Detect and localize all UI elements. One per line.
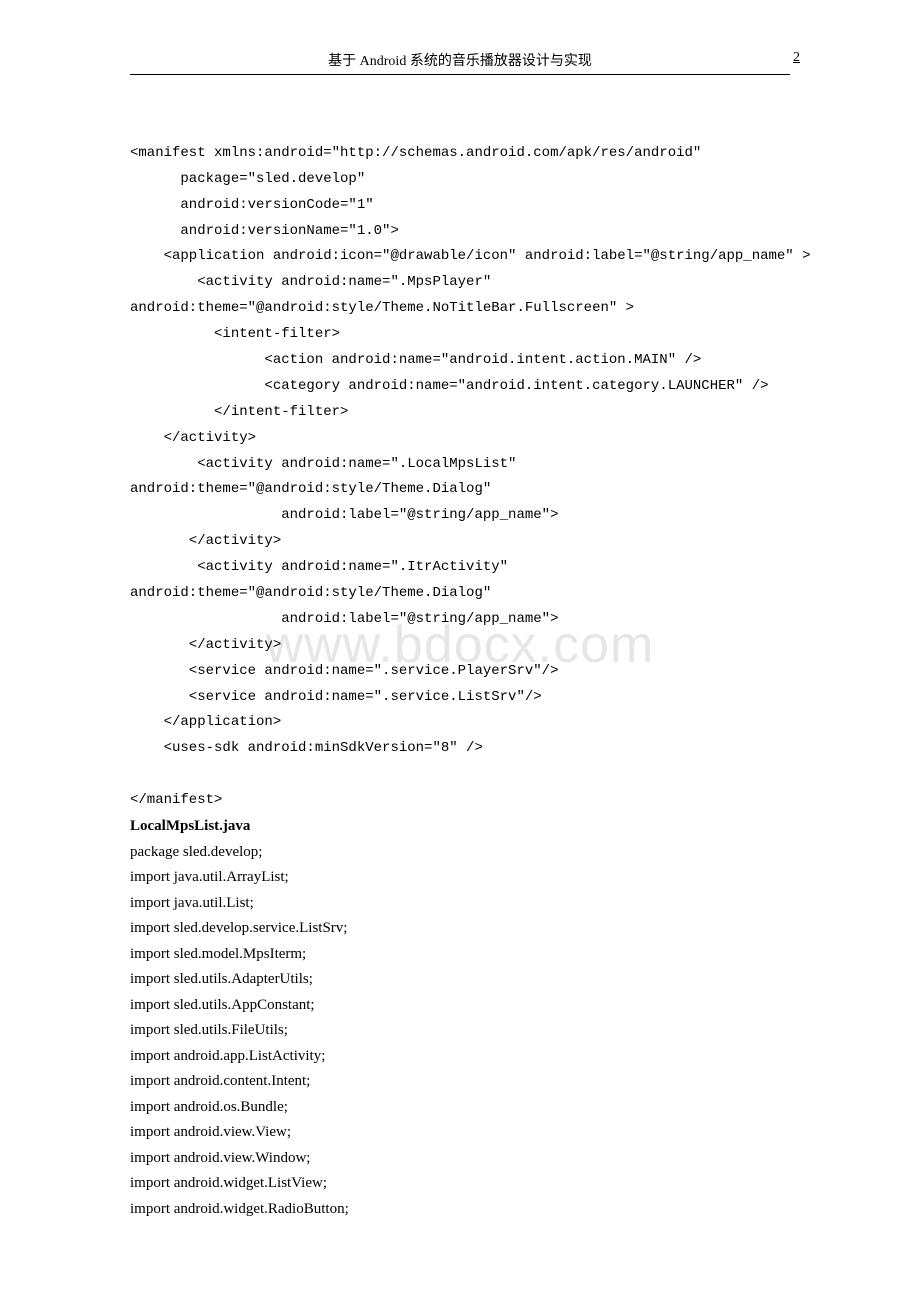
code-line: import android.view.View; — [130, 1120, 790, 1146]
code-line: <action android:name="android.intent.act… — [130, 352, 701, 368]
code-line: <service android:name=".service.ListSrv"… — [130, 689, 542, 705]
page-number: 2 — [793, 50, 800, 66]
code-line: package sled.develop; — [130, 840, 790, 866]
code-line: import sled.utils.AdapterUtils; — [130, 967, 790, 993]
code-line: <category android:name="android.intent.c… — [130, 378, 769, 394]
code-line: import android.app.ListActivity; — [130, 1044, 790, 1070]
java-code-block: package sled.develop; import java.util.A… — [130, 840, 790, 1223]
code-line: import sled.utils.FileUtils; — [130, 1018, 790, 1044]
code-line: import android.content.Intent; — [130, 1069, 790, 1095]
code-line: </activity> — [130, 533, 281, 549]
code-line: import java.util.ArrayList; — [130, 865, 790, 891]
code-line: import android.os.Bundle; — [130, 1095, 790, 1121]
code-line: <activity android:name=".ItrActivity" — [130, 559, 508, 575]
code-line: android:versionCode="1" — [130, 197, 374, 213]
code-line: android:theme="@android:style/Theme.NoTi… — [130, 300, 634, 316]
code-line: </activity> — [130, 637, 281, 653]
xml-code-block: <manifest xmlns:android="http://schemas.… — [130, 115, 790, 814]
code-line: </activity> — [130, 430, 256, 446]
code-line: <manifest xmlns:android="http://schemas.… — [130, 145, 701, 161]
header-title: 基于 Android 系统的音乐播放器设计与实现 — [328, 54, 592, 69]
code-line: <application android:icon="@drawable/ico… — [130, 248, 811, 264]
code-line: </manifest> — [130, 792, 222, 808]
code-line: import android.widget.RadioButton; — [130, 1197, 790, 1223]
code-line: import sled.develop.service.ListSrv; — [130, 916, 790, 942]
code-line: <uses-sdk android:minSdkVersion="8" /> — [130, 740, 483, 756]
code-line: android:theme="@android:style/Theme.Dial… — [130, 585, 491, 601]
java-filename: LocalMpsList.java — [130, 814, 790, 840]
code-line: </intent-filter> — [130, 404, 348, 420]
code-line: android:versionName="1.0"> — [130, 223, 399, 239]
page-header: 基于 Android 系统的音乐播放器设计与实现 2 — [130, 50, 790, 75]
code-line: import sled.model.MpsIterm; — [130, 942, 790, 968]
code-line: <activity android:name=".MpsPlayer" — [130, 274, 491, 290]
code-line: import android.view.Window; — [130, 1146, 790, 1172]
code-line: </application> — [130, 714, 281, 730]
code-line: import java.util.List; — [130, 891, 790, 917]
code-line: <service android:name=".service.PlayerSr… — [130, 663, 558, 679]
code-line: android:theme="@android:style/Theme.Dial… — [130, 481, 491, 497]
document-body: <manifest xmlns:android="http://schemas.… — [130, 115, 790, 1222]
code-line: android:label="@string/app_name"> — [130, 507, 558, 523]
code-line: android:label="@string/app_name"> — [130, 611, 558, 627]
code-line: import sled.utils.AppConstant; — [130, 993, 790, 1019]
code-line: <activity android:name=".LocalMpsList" — [130, 456, 516, 472]
code-line: import android.widget.ListView; — [130, 1171, 790, 1197]
code-line: package="sled.develop" — [130, 171, 365, 187]
code-line: <intent-filter> — [130, 326, 340, 342]
